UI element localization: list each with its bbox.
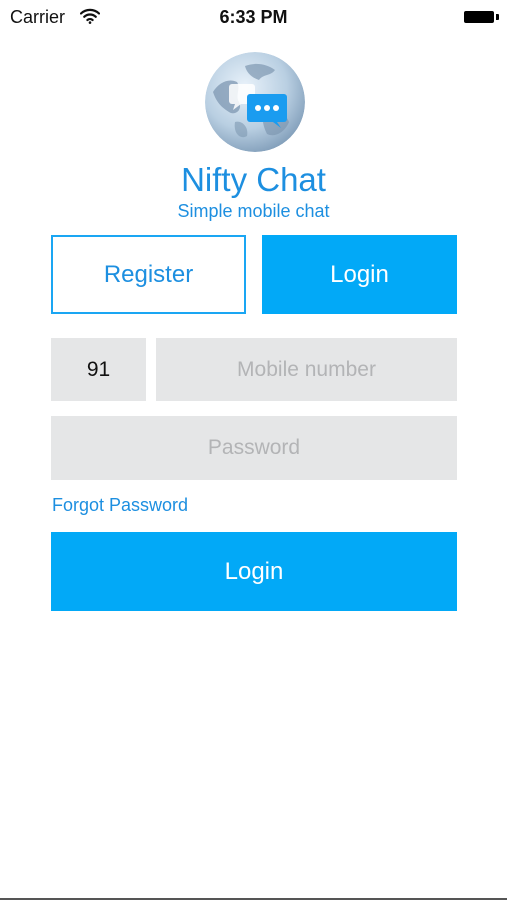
login-screen: Carrier 6:33 PM Nifty Chat Simple mobile…: [0, 0, 507, 900]
app-logo-icon: [205, 52, 305, 152]
tab-login[interactable]: Login: [262, 235, 457, 314]
mobile-number-input[interactable]: [156, 338, 457, 401]
app-subtitle: Simple mobile chat: [177, 201, 330, 221]
forgot-password-link[interactable]: Forgot Password: [52, 495, 188, 516]
password-input[interactable]: [51, 416, 457, 480]
country-code-field[interactable]: [51, 338, 146, 401]
tab-register[interactable]: Register: [51, 235, 246, 314]
battery-icon: [464, 11, 499, 23]
clock-time: 6:33 PM: [219, 7, 288, 27]
app-title: Nifty Chat: [181, 161, 326, 198]
status-bar: Carrier 6:33 PM: [0, 0, 507, 36]
login-submit-button[interactable]: Login: [51, 532, 457, 611]
